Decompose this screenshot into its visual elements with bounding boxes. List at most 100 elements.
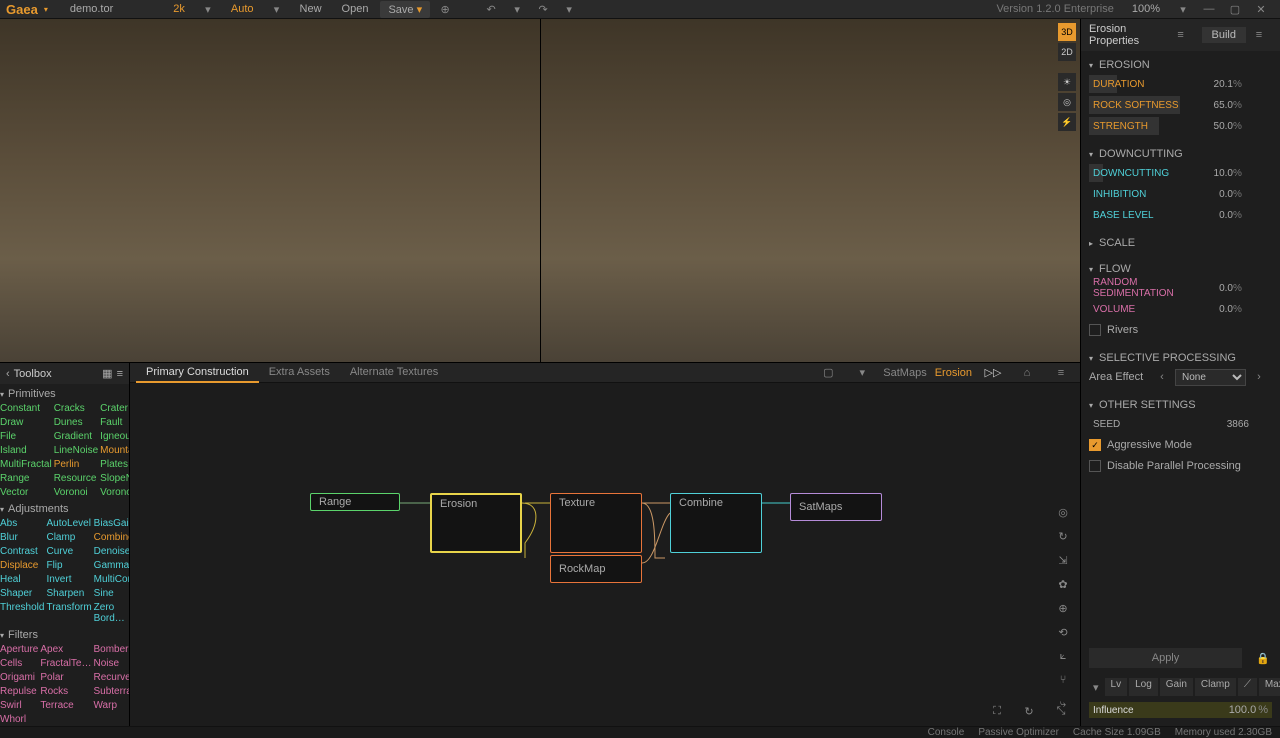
curve-button[interactable]: Max (1259, 678, 1280, 696)
toolbox-item[interactable]: Rocks (40, 685, 91, 698)
file-name[interactable]: demo.tor (62, 1, 121, 17)
parallel-checkbox[interactable] (1089, 460, 1101, 472)
aggressive-checkbox[interactable] (1089, 439, 1101, 451)
undo-icon[interactable]: ↶ (482, 0, 500, 18)
graph-tab[interactable]: Extra Assets (259, 363, 340, 383)
toolbox-category[interactable]: Primitives (8, 388, 56, 400)
toolbox-item[interactable]: Origami (0, 671, 38, 684)
toolbox-item[interactable]: LineNoise (54, 444, 98, 457)
toolbox-item[interactable]: Range (0, 472, 52, 485)
new-button[interactable]: New (292, 1, 330, 17)
prop-rock[interactable]: ROCK SOFTNESS65.0% (1089, 96, 1272, 114)
graph-tab[interactable]: Primary Construction (136, 363, 259, 383)
graph-collapse-icon[interactable]: ⤡ (1052, 702, 1070, 720)
node-range[interactable]: Range (310, 493, 400, 511)
toolbox-item[interactable]: Mountain (100, 444, 130, 457)
curve-button[interactable]: Gain (1160, 678, 1193, 696)
view-2d-button[interactable]: 2D (1058, 43, 1076, 61)
toolbox-item[interactable]: Perlin (54, 458, 98, 471)
toolbox-item[interactable]: Cells (0, 657, 38, 670)
curve-button[interactable]: Clamp (1195, 678, 1236, 696)
toolbox-item[interactable]: Dunes (54, 416, 98, 429)
zoom-caret-icon[interactable]: ▾ (1174, 0, 1192, 18)
prop-duration[interactable]: DURATION20.1% (1089, 75, 1272, 93)
toolbox-item[interactable]: Draw (0, 416, 52, 429)
tool-fork-icon[interactable]: ⑂ (1054, 671, 1072, 689)
curve-expand-icon[interactable]: ▾ (1093, 678, 1099, 696)
toolbox-item[interactable]: Aperture (0, 643, 38, 656)
toolbox-item[interactable]: Fault (100, 416, 130, 429)
toolbox-item[interactable]: Zero Bord… (94, 601, 130, 625)
prop-base[interactable]: BASE LEVEL0.0% (1089, 206, 1272, 224)
prop-strength[interactable]: STRENGTH50.0% (1089, 117, 1272, 135)
graph-tab[interactable]: Alternate Textures (340, 363, 448, 383)
toolbox-category[interactable]: Filters (8, 629, 38, 641)
sect-down[interactable]: DOWNCUTTING (1099, 148, 1183, 160)
tool-share-icon[interactable]: ⇲ (1054, 551, 1072, 569)
toolbox-item[interactable]: Subterrace (93, 685, 130, 698)
toolbox-item[interactable]: Threshold (0, 601, 44, 625)
toolbox-list-icon[interactable]: ≡ (117, 368, 123, 380)
orbit-icon[interactable]: ◎ (1058, 93, 1076, 111)
open-button[interactable]: Open (334, 1, 377, 17)
toolbox-item[interactable]: Curve (46, 545, 91, 558)
toolbox-back-icon[interactable]: ‹ (6, 368, 10, 380)
redo-caret-icon[interactable]: ▾ (560, 0, 578, 18)
toolbox-item[interactable]: Noise (93, 657, 130, 670)
toolbox-item[interactable]: Cracks (54, 402, 98, 415)
graph-fit-icon[interactable]: ⛶ (988, 702, 1006, 720)
undo-caret-icon[interactable]: ▾ (508, 0, 526, 18)
graph-canvas[interactable]: Range Erosion Texture RockMap Combine Sa… (130, 383, 1080, 726)
viewport[interactable]: 3D 2D ☀ ◎ ⚡ (0, 19, 1080, 363)
toolbox-item[interactable]: Sharpen (46, 587, 91, 600)
toolbox-item[interactable]: Voronoi (54, 486, 98, 499)
pin-erosion[interactable]: Erosion (935, 367, 972, 379)
apply-button[interactable]: Apply (1089, 648, 1242, 668)
toolbox-item[interactable]: Warp (93, 699, 130, 712)
sect-erosion[interactable]: EROSION (1099, 59, 1150, 71)
toolbox-item[interactable]: Sine (94, 587, 130, 600)
curve-button[interactable]: Log (1129, 678, 1158, 696)
toolbox-item[interactable]: MultiFractal (0, 458, 52, 471)
graph-save-icon[interactable]: ▢ (819, 364, 837, 382)
prop-rand[interactable]: RANDOM SEDIMENTATION0.0% (1089, 279, 1272, 297)
curve-button[interactable]: ⟋ (1238, 678, 1257, 696)
view-3d-button[interactable]: 3D (1058, 23, 1076, 41)
toolbox-item[interactable]: FractalTe… (40, 657, 91, 670)
toolbox-item[interactable]: Repulse (0, 685, 38, 698)
auto-caret-icon[interactable]: ▾ (268, 0, 286, 18)
toolbox-item[interactable]: Whorl (0, 713, 38, 726)
toolbox-grid-icon[interactable]: ▦ (102, 367, 112, 380)
toolbox-item[interactable]: Blur (0, 531, 44, 544)
res-caret-icon[interactable]: ▾ (199, 0, 217, 18)
toolbox-item[interactable]: Igneous (100, 430, 130, 443)
node-texture[interactable]: Texture (550, 493, 642, 553)
toolbox-category[interactable]: Adjustments (8, 503, 69, 515)
toolbox-item[interactable]: Contrast (0, 545, 44, 558)
curve-button[interactable]: Lv (1105, 678, 1128, 696)
toolbox-item[interactable]: Displace (0, 559, 44, 572)
sect-scale[interactable]: SCALE (1099, 237, 1135, 249)
build-button[interactable]: Build (1202, 27, 1246, 43)
minimize-icon[interactable]: — (1200, 0, 1218, 18)
toolbox-item[interactable]: Heal (0, 573, 44, 586)
graph-caret-icon[interactable]: ▾ (853, 364, 871, 382)
add-icon[interactable]: ⊕ (436, 0, 454, 18)
auto-button[interactable]: Auto (223, 1, 262, 17)
toolbox-item[interactable]: Shaper (0, 587, 44, 600)
tool-refresh-icon[interactable]: ↻ (1054, 527, 1072, 545)
toolbox-item[interactable]: Voronoi+ (100, 486, 130, 499)
maximize-icon[interactable]: ▢ (1226, 0, 1244, 18)
toolbox-item[interactable]: Flip (46, 559, 91, 572)
save-button[interactable]: Save ▾ (380, 1, 430, 18)
graph-menu-icon[interactable]: ≡ (1052, 364, 1070, 382)
area-prev-icon[interactable]: ‹ (1153, 368, 1171, 386)
toolbox-item[interactable]: Transform (46, 601, 91, 625)
prop-inh[interactable]: INHIBITION0.0% (1089, 185, 1272, 203)
prop-dc[interactable]: DOWNCUTTING10.0% (1089, 164, 1272, 182)
play-icon[interactable]: ▷▷ (984, 364, 1002, 382)
toolbox-item[interactable]: Gamma (94, 559, 130, 572)
app-logo[interactable]: Gaea (6, 2, 38, 17)
toolbox-item[interactable]: Constant (0, 402, 52, 415)
node-satmaps[interactable]: SatMaps (790, 493, 882, 521)
